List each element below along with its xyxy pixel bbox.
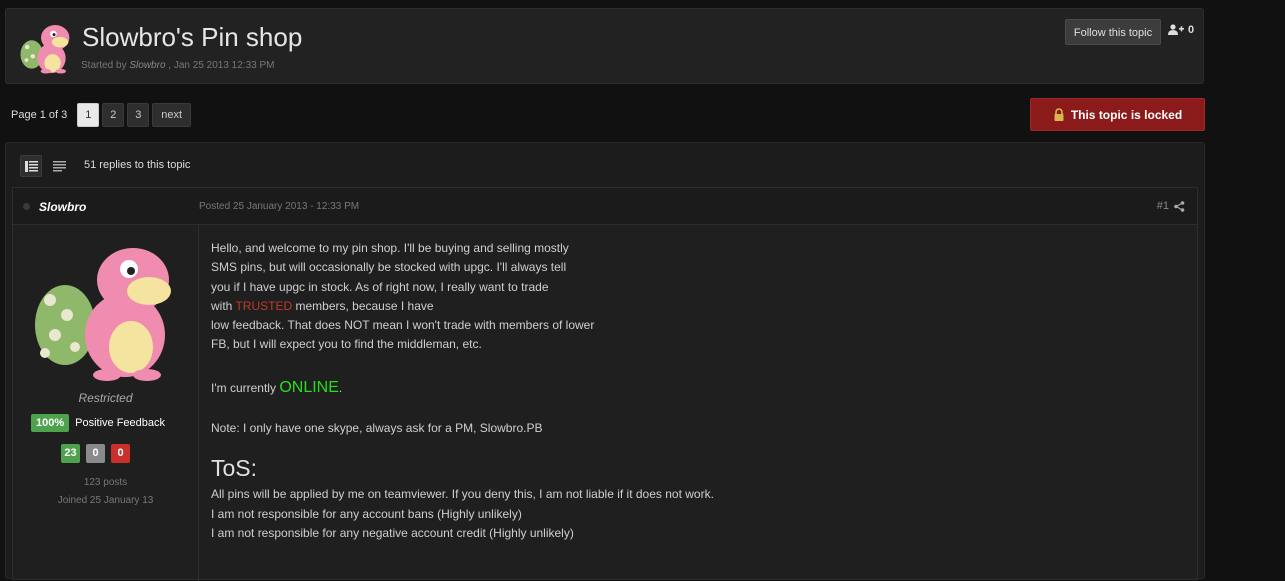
body-line: FB, but I will expect you to find the mi… <box>211 337 482 352</box>
feedback-percent: 100% <box>31 414 70 432</box>
page-label: Page 1 of 3 <box>11 109 68 121</box>
online-status-text: ONLINE <box>279 378 339 396</box>
posts-panel: 51 replies to this topic Slowbro Posted … <box>5 142 1205 581</box>
body-line: Hello, and welcome to my pin shop. I'll … <box>211 241 569 255</box>
posted-date: Posted 25 January 2013 - 12:33 PM <box>199 201 360 212</box>
follow-topic-button[interactable]: Follow this topic <box>1065 19 1161 45</box>
follower-count[interactable]: 0 <box>1168 24 1194 36</box>
topic-locked-badge: This topic is locked <box>1030 98 1205 131</box>
author-panel: Restricted 100% Positive Feedback 23 0 0… <box>13 225 199 581</box>
follower-count-value: 0 <box>1188 24 1195 36</box>
list-view-icon <box>24 160 38 172</box>
feedback-label: Positive Feedback <box>75 417 166 429</box>
next-page-button[interactable]: next <box>152 103 192 127</box>
page-1-button[interactable]: 1 <box>77 103 100 127</box>
lock-icon <box>1054 108 1064 121</box>
post-author-link[interactable]: Slowbro <box>39 200 86 214</box>
user-follow-icon <box>1168 24 1184 35</box>
negative-feedback-count[interactable]: 0 <box>111 444 130 463</box>
neutral-feedback-count[interactable]: 0 <box>86 444 105 463</box>
body-line: you if I have upgc in stock. As of right… <box>211 279 549 294</box>
post-number: #1 <box>1156 200 1169 212</box>
tos-line: I am not responsible for any negative ac… <box>211 525 574 540</box>
tos-line: All pins will be applied by me on teamvi… <box>211 487 714 502</box>
feedback-counts: 23 0 0 <box>61 444 130 463</box>
tos-heading: ToS: <box>211 455 258 482</box>
online-status-icon <box>23 203 30 210</box>
text-view-icon <box>52 160 66 171</box>
online-prefix: I'm currently <box>211 380 280 395</box>
view-toggle <box>20 155 70 177</box>
page-2-button[interactable]: 2 <box>102 103 125 127</box>
post-number-link[interactable]: #1 <box>1157 200 1185 212</box>
member-title: Restricted <box>78 391 133 405</box>
slowbro-avatar <box>20 24 70 74</box>
post-header: Slowbro Posted 25 January 2013 - 12:33 P… <box>13 188 1197 225</box>
started-by-prefix: Started by <box>81 60 127 71</box>
online-suffix: . <box>338 380 343 395</box>
post-body: Hello, and welcome to my pin shop. I'll … <box>211 239 1171 543</box>
topic-author-link[interactable]: Slowbro <box>129 60 165 71</box>
page-3-button[interactable]: 3 <box>127 103 150 127</box>
body-line: SMS pins, but will occasionally be stock… <box>211 260 567 275</box>
online-line: I'm currently ONLINE. <box>211 378 1171 398</box>
locked-label: This topic is locked <box>1070 107 1183 122</box>
started-date: , Jan 25 2013 12:33 PM <box>168 60 275 71</box>
text-view-button[interactable] <box>48 155 70 177</box>
body-line: low feedback. That does NOT mean I won't… <box>211 318 595 333</box>
post-count: 123 posts <box>83 477 128 488</box>
body-line: with TRUSTED members, because I have <box>211 297 1171 316</box>
body-text: members, because I have <box>292 298 434 313</box>
positive-feedback-count[interactable]: 23 <box>61 444 80 463</box>
post: Slowbro Posted 25 January 2013 - 12:33 P… <box>12 187 1198 581</box>
note-line: Note: I only have one skype, always ask … <box>211 421 543 436</box>
reply-count: 51 replies to this topic <box>84 159 191 171</box>
feedback-summary: 100% Positive Feedback <box>31 414 165 432</box>
topic-title: Slowbro's Pin shop <box>82 22 303 52</box>
author-avatar[interactable] <box>25 235 175 385</box>
trusted-highlight: TRUSTED <box>235 298 293 313</box>
body-text: with <box>211 298 236 313</box>
topic-header: Slowbro's Pin shop Started by Slowbro , … <box>5 8 1204 84</box>
pagination: Page 1 of 3 1 2 3 next <box>11 103 194 127</box>
started-by: Started by Slowbro , Jan 25 2013 12:33 P… <box>81 60 274 71</box>
tos-line: I am not responsible for any account ban… <box>211 506 522 521</box>
joined-date: Joined 25 January 13 <box>57 495 154 506</box>
share-icon <box>1174 200 1185 212</box>
list-view-button[interactable] <box>20 155 42 177</box>
